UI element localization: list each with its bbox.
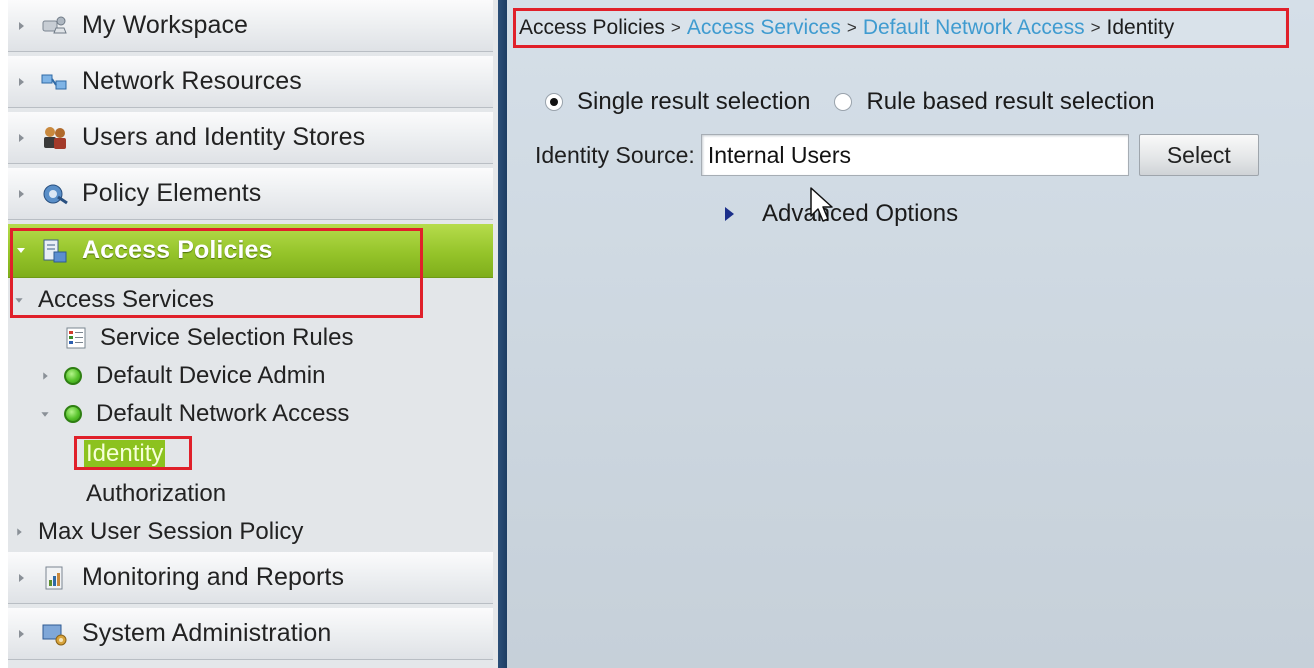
sidebar: My Workspace Network Resources Users and… [8,0,493,668]
tree-item-label: Identity [84,440,166,468]
identity-source-input[interactable] [700,134,1129,176]
advanced-options-label: Advanced Options [762,200,959,227]
expand-arrow-icon [14,528,24,536]
expand-arrow-icon [16,77,26,87]
collapse-arrow-icon [14,297,24,303]
drawer-policy-elements[interactable]: Policy Elements [8,168,493,220]
breadcrumb-separator: > [1090,18,1101,37]
drawer-access-policies[interactable]: Access Policies [8,224,493,278]
tree-item-label: Default Network Access [96,400,350,427]
app-window: My Workspace Network Resources Users and… [0,0,1314,668]
breadcrumb-link[interactable]: Default Network Access [863,16,1085,40]
drawer-users-identity-stores[interactable]: Users and Identity Stores [8,112,493,164]
advanced-options-toggle[interactable]: Advanced Options [725,200,958,228]
tree-item-max-user-session-policy[interactable]: Max User Session Policy [14,516,303,548]
drawer-label: Network Resources [82,67,302,95]
drawer-label: Monitoring and Reports [82,563,345,591]
drawer-label: Users and Identity Stores [82,123,366,151]
result-selection-radios: Single result selection Rule based resul… [545,88,1155,116]
tree-item-label: Authorization [86,480,227,507]
access-policies-tree: Access Services Service Selection Rules [8,280,493,552]
expand-arrow-icon [16,189,26,199]
rules-table-icon [66,327,86,349]
drawer-system-administration[interactable]: System Administration [8,608,493,660]
drawer-label: My Workspace [82,11,249,39]
tree-item-identity[interactable]: Identity [84,438,166,470]
tree-item-label: Default Device Admin [96,362,326,389]
breadcrumb-current: Identity [1106,16,1175,39]
expand-arrow-icon [40,372,50,380]
select-button[interactable]: Select [1138,134,1259,176]
identity-source-label: Identity Source: [535,141,695,168]
breadcrumb: Access Policies > Access Services > Defa… [515,10,1285,46]
drawer-network-resources[interactable]: Network Resources [8,56,493,108]
tree-item-authorization[interactable]: Authorization [86,478,226,510]
drawer-label: Policy Elements [82,179,262,207]
status-green-icon [64,367,82,385]
tree-item-label: Max User Session Policy [38,518,304,545]
monitoring-icon [40,565,70,591]
drawer-monitoring-reports[interactable]: Monitoring and Reports [8,552,493,604]
expand-arrow-icon [16,629,26,639]
tree-item-access-services[interactable]: Access Services [14,284,214,316]
breadcrumb-separator: > [670,18,681,37]
main-content: Access Policies > Access Services > Defa… [507,0,1314,668]
radio-single-label: Single result selection [577,88,811,115]
access-policies-icon [40,238,70,264]
identity-source-row: Identity Source: Select [535,134,1259,176]
collapse-arrow-icon [40,411,50,417]
drawer-my-workspace[interactable]: My Workspace [8,0,493,52]
expand-arrow-icon [16,133,26,143]
tree-item-label: Access Services [38,286,215,313]
drawer-label: System Administration [82,619,332,647]
radio-single-result[interactable] [545,93,563,111]
collapse-arrow-icon [16,246,26,256]
breadcrumb-separator: > [846,18,857,37]
expand-arrow-icon [16,573,26,583]
expand-arrow-icon [725,207,734,221]
policy-elements-icon [40,181,70,207]
tree-item-label: Service Selection Rules [100,324,354,351]
network-icon [40,69,70,95]
users-icon [40,125,70,151]
mouse-pointer-icon [810,187,833,222]
breadcrumb-link[interactable]: Access Services [687,16,841,40]
tree-item-default-network-access[interactable]: Default Network Access [40,398,349,430]
system-admin-icon [40,621,70,647]
tree-item-default-device-admin[interactable]: Default Device Admin [40,360,325,392]
workspace-icon [40,13,70,39]
breadcrumb-item[interactable]: Access Policies [519,16,665,40]
expand-arrow-icon [16,21,26,31]
drawer-label: Access Policies [82,236,273,264]
radio-rule-based[interactable] [834,93,853,111]
panel-divider[interactable] [493,0,507,668]
radio-rule-label: Rule based result selection [866,88,1155,115]
status-green-icon [64,405,82,423]
tree-item-service-selection-rules[interactable]: Service Selection Rules [66,322,353,354]
